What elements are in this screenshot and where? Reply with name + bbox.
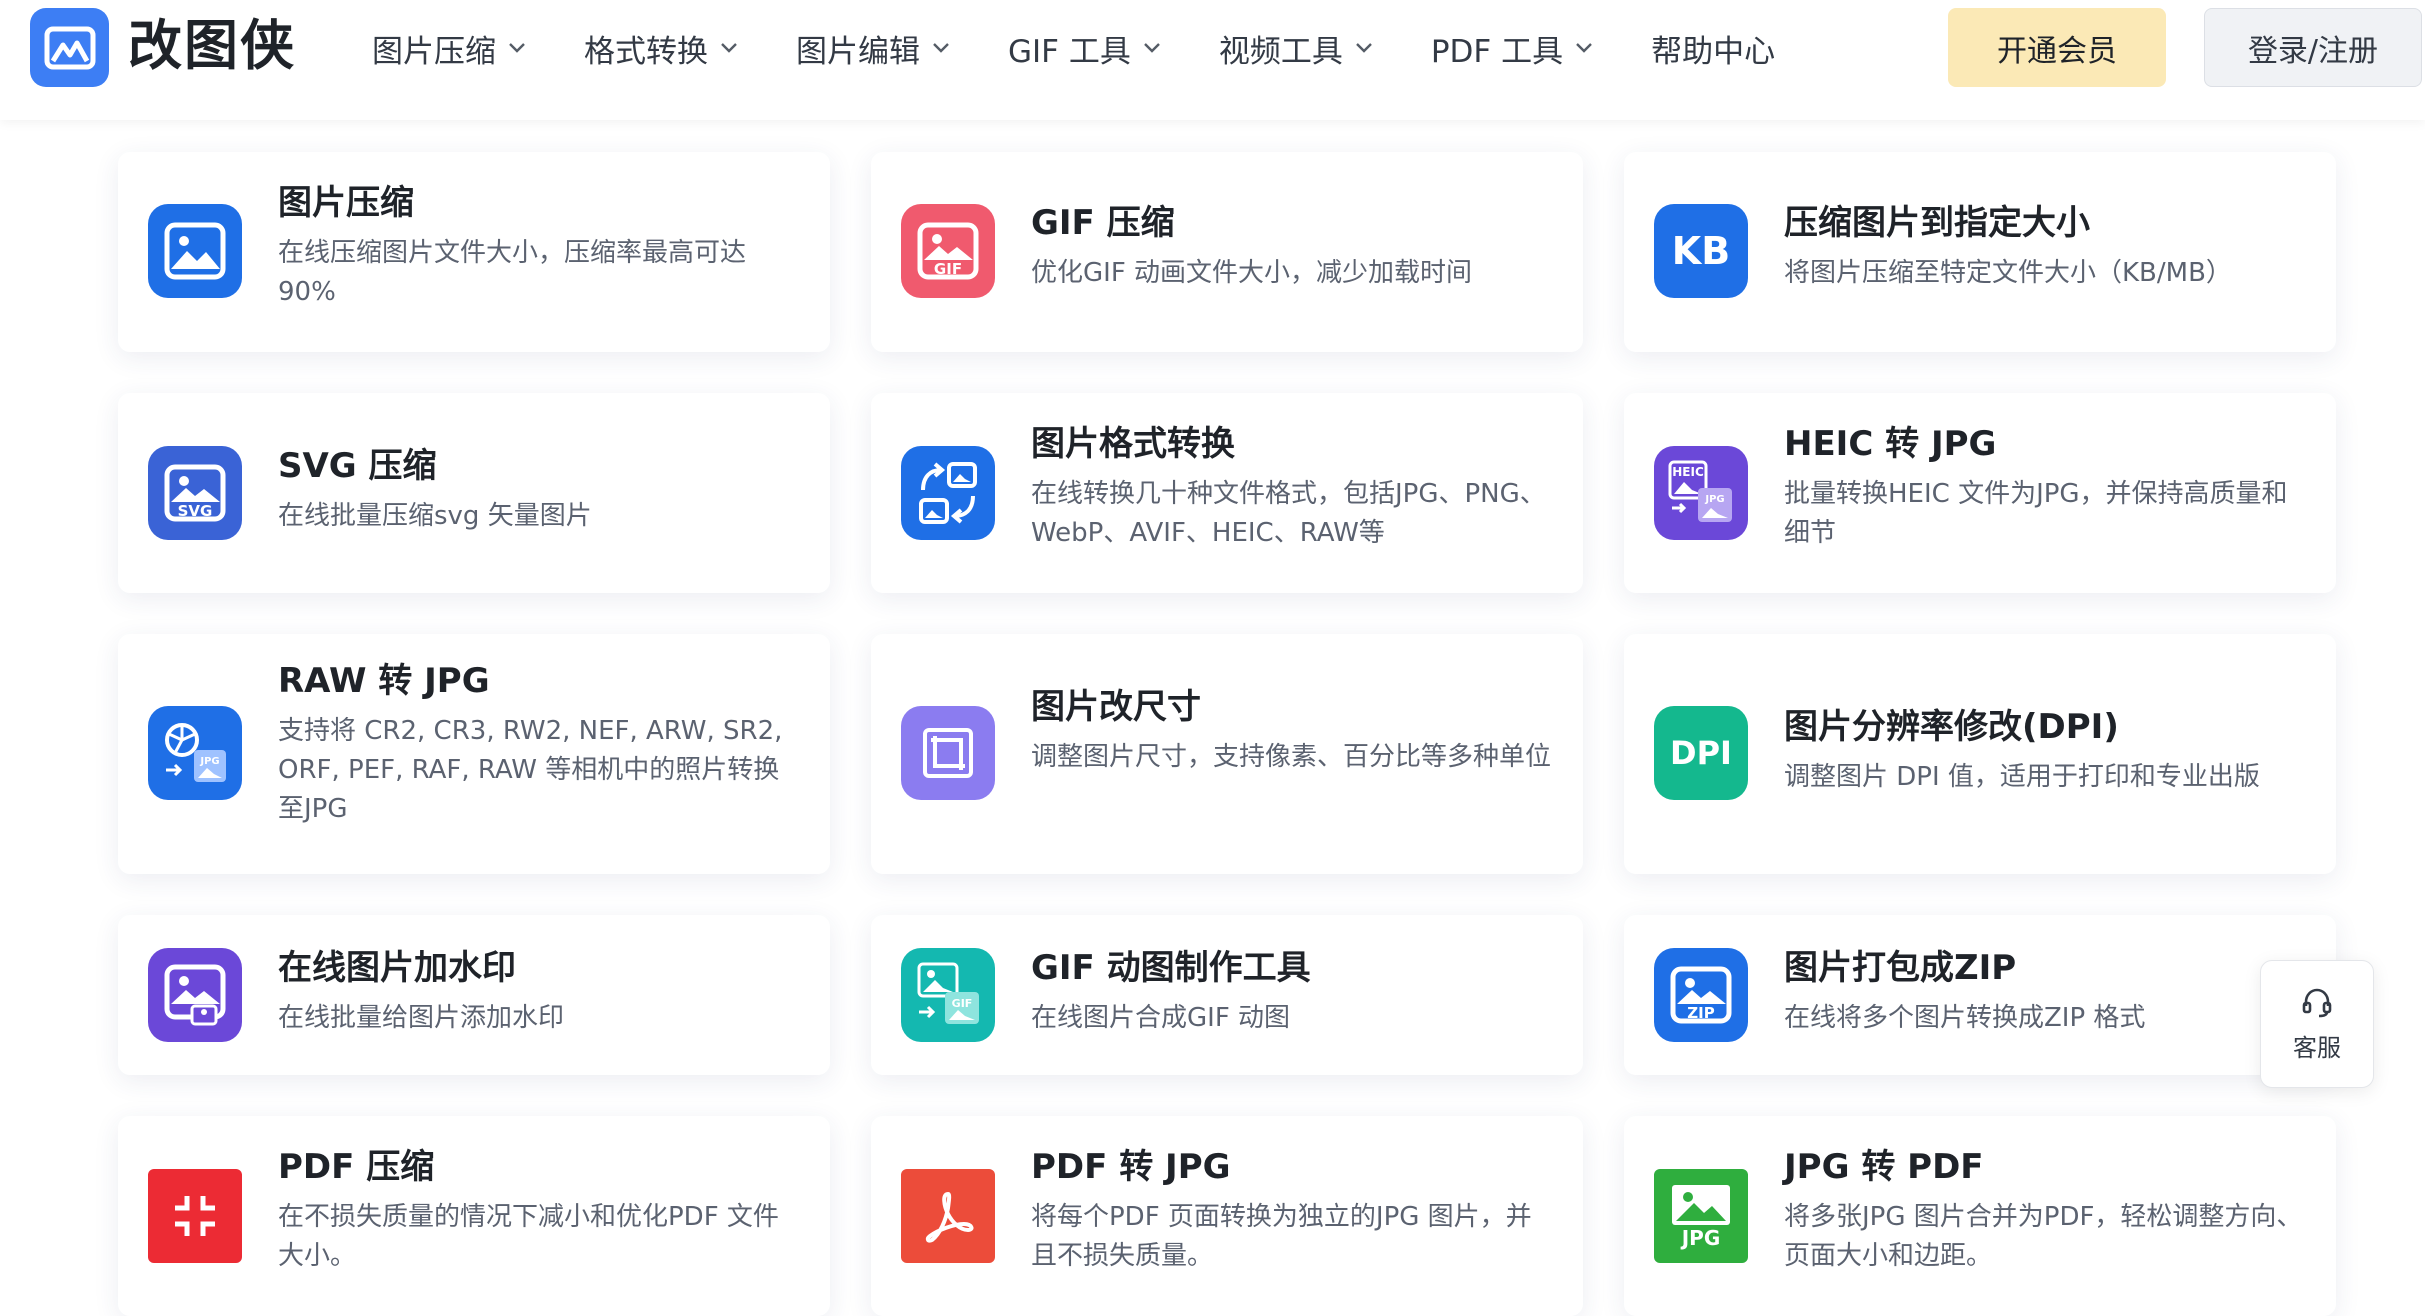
tool-card-dpi[interactable]: DPI 图片分辨率修改(DPI) 调整图片 DPI 值，适用于打印和专业出版 — [1624, 634, 2336, 874]
chevron-down-icon — [508, 42, 526, 54]
crop-icon — [901, 706, 995, 800]
tool-card-gif-compress[interactable]: GIF GIF 压缩 优化GIF 动画文件大小，减少加载时间 — [871, 152, 1583, 352]
tool-card-image-compress[interactable]: 图片压缩 在线压缩图片文件大小，压缩率最高可达90% — [118, 152, 830, 352]
nav-format-convert[interactable]: 格式转换 — [584, 26, 738, 71]
tool-card-svg-compress[interactable]: SVG SVG 压缩 在线批量压缩svg 矢量图片 — [118, 393, 830, 593]
card-desc: 在线批量给图片添加水印 — [278, 1003, 565, 1033]
nav-pdf-tools[interactable]: PDF 工具 — [1431, 26, 1593, 71]
chevron-down-icon — [1355, 42, 1373, 54]
top-header: 改图侠 图片压缩 格式转换 图片编辑 GIF 工具 视频工具 PDF 工具 帮助… — [0, 0, 2425, 120]
tool-card-raw-to-jpg[interactable]: JPG RAW 转 JPG 支持将 CR2, CR3, RW2, NEF, AR… — [118, 634, 830, 874]
card-desc: 在线图片合成GIF 动图 — [1031, 1003, 1291, 1033]
zip-badge: ZIP — [1687, 1004, 1714, 1022]
card-title: PDF 转 JPG — [1031, 1147, 1231, 1187]
nav-label: PDF 工具 — [1430, 33, 1564, 70]
card-desc: 优化GIF 动画文件大小，减少加载时间 — [1031, 258, 1473, 288]
nav-label: GIF 工具 — [1008, 33, 1131, 70]
tool-card-format-convert[interactable]: 图片格式转换 在线转换几十种文件格式，包括JPG、PNG、WebP、AVIF、H… — [871, 393, 1583, 593]
nav-label: 格式转换 — [584, 33, 708, 70]
card-desc: 支持将 CR2, CR3, RW2, NEF, ARW, SR2, ORF, P… — [278, 716, 783, 824]
tool-card-zip[interactable]: ZIP 图片打包成ZIP 在线将多个图片转换成ZIP 格式 — [1624, 915, 2336, 1075]
nav-label: 帮助中心 — [1651, 33, 1776, 70]
nav-image-compress[interactable]: 图片压缩 — [372, 26, 526, 71]
login-register-button[interactable]: 登录/注册 — [2204, 8, 2422, 87]
card-title: 在线图片加水印 — [278, 948, 516, 988]
nav-label: 图片编辑 — [796, 33, 920, 70]
card-title: GIF 动图制作工具 — [1031, 948, 1311, 988]
nav-video-tools[interactable]: 视频工具 — [1219, 26, 1373, 71]
card-title: RAW 转 JPG — [278, 661, 490, 701]
card-desc: 在线批量压缩svg 矢量图片 — [278, 501, 592, 531]
heic-icon: HEIC JPG — [1654, 446, 1748, 540]
card-title: 图片压缩 — [278, 183, 414, 223]
tool-card-gif-maker[interactable]: GIF GIF 动图制作工具 在线图片合成GIF 动图 — [871, 915, 1583, 1075]
svg-icon: SVG — [148, 446, 242, 540]
card-desc: 调整图片尺寸，支持像素、百分比等多种单位 — [1031, 742, 1552, 772]
gif-badge: GIF — [934, 260, 962, 278]
card-desc: 将每个PDF 页面转换为独立的JPG 图片，并且不损失质量。 — [1031, 1202, 1532, 1271]
headset-icon — [2302, 988, 2332, 1017]
tool-card-heic-to-jpg[interactable]: HEIC JPG HEIC 转 JPG 批量转换HEIC 文件为JPG，并保持高质… — [1624, 393, 2336, 593]
card-title: HEIC 转 JPG — [1784, 424, 1997, 464]
jpg-badge: JPG — [199, 756, 219, 767]
tool-card-pdf-compress[interactable]: PDF 压缩 在不损失质量的情况下减小和优化PDF 文件大小。 — [118, 1116, 830, 1316]
chevron-down-icon — [932, 42, 950, 54]
nav-help-center[interactable]: 帮助中心 — [1651, 26, 1775, 71]
svg-badge: SVG — [178, 502, 213, 520]
card-desc: 调整图片 DPI 值，适用于打印和专业出版 — [1784, 762, 2260, 792]
kb-icon: KB — [1654, 204, 1748, 298]
vip-button[interactable]: 开通会员 — [1948, 8, 2166, 87]
card-title: 图片格式转换 — [1031, 424, 1235, 464]
jpg-badge: JPG — [1704, 494, 1724, 505]
convert-icon — [901, 446, 995, 540]
tool-card-jpg-to-pdf[interactable]: JPG JPG 转 PDF 将多张JPG 图片合并为PDF，轻松调整方向、页面大… — [1624, 1116, 2336, 1316]
nav-gif-tools[interactable]: GIF 工具 — [1008, 26, 1161, 71]
card-desc: 在线转换几十种文件格式，包括JPG、PNG、WebP、AVIF、HEIC、RAW… — [1031, 479, 1546, 548]
brand-name[interactable]: 改图侠 — [128, 14, 296, 78]
nav-image-edit[interactable]: 图片编辑 — [796, 26, 950, 71]
jpg-icon: JPG — [1654, 1169, 1748, 1263]
card-title: 图片改尺寸 — [1031, 687, 1201, 727]
pdf-icon — [901, 1169, 995, 1263]
kb-badge: KB — [1671, 229, 1731, 273]
card-title: 图片分辨率修改(DPI) — [1784, 707, 2119, 747]
tool-card-watermark[interactable]: 在线图片加水印 在线批量给图片添加水印 — [118, 915, 830, 1075]
nav-label: 视频工具 — [1218, 33, 1343, 70]
chevron-down-icon — [1575, 42, 1593, 54]
main-nav: 图片压缩 格式转换 图片编辑 GIF 工具 视频工具 PDF 工具 帮助中心 — [372, 22, 1833, 74]
card-desc: 将多张JPG 图片合并为PDF，轻松调整方向、页面大小和边距。 — [1784, 1202, 2303, 1271]
dpi-badge: DPI — [1670, 734, 1732, 772]
watermark-icon — [148, 948, 242, 1042]
card-title: 压缩图片到指定大小 — [1784, 203, 2090, 243]
gif-icon: GIF — [901, 204, 995, 298]
image-icon — [148, 204, 242, 298]
card-desc: 将图片压缩至特定文件大小（KB/MB） — [1784, 258, 2232, 288]
raw-icon: JPG — [148, 706, 242, 800]
card-title: JPG 转 PDF — [1784, 1147, 1984, 1187]
gif-badge: GIF — [952, 997, 973, 1010]
card-desc: 在不损失质量的情况下减小和优化PDF 文件大小。 — [278, 1202, 779, 1271]
gif-maker-icon: GIF — [901, 948, 995, 1042]
customer-service-label: 客服 — [2293, 1033, 2341, 1062]
card-desc: 在线将多个图片转换成ZIP 格式 — [1784, 1003, 2146, 1033]
customer-service-button[interactable]: 客服 — [2260, 960, 2374, 1088]
nav-label: 图片压缩 — [372, 33, 496, 70]
dpi-icon: DPI — [1654, 706, 1748, 800]
tool-card-compress-to-size[interactable]: KB 压缩图片到指定大小 将图片压缩至特定文件大小（KB/MB） — [1624, 152, 2336, 352]
chevron-down-icon — [1143, 42, 1161, 54]
card-desc: 批量转换HEIC 文件为JPG，并保持高质量和细节 — [1784, 479, 2288, 548]
zip-icon: ZIP — [1654, 948, 1748, 1042]
tool-card-resize[interactable]: 图片改尺寸 调整图片尺寸，支持像素、百分比等多种单位 — [871, 634, 1583, 874]
tool-card-pdf-to-jpg[interactable]: PDF 转 JPG 将每个PDF 页面转换为独立的JPG 图片，并且不损失质量。 — [871, 1116, 1583, 1316]
card-title: GIF 压缩 — [1031, 203, 1175, 243]
jpg-badge: JPG — [1680, 1226, 1721, 1250]
card-title: 图片打包成ZIP — [1784, 948, 2017, 988]
chevron-down-icon — [720, 42, 738, 54]
card-title: SVG 压缩 — [278, 446, 437, 486]
pdf-compress-icon — [148, 1169, 242, 1263]
card-desc: 在线压缩图片文件大小，压缩率最高可达90% — [278, 238, 747, 307]
card-title: PDF 压缩 — [278, 1147, 435, 1187]
heic-badge: HEIC — [1672, 465, 1704, 479]
logo-icon[interactable] — [30, 8, 109, 87]
